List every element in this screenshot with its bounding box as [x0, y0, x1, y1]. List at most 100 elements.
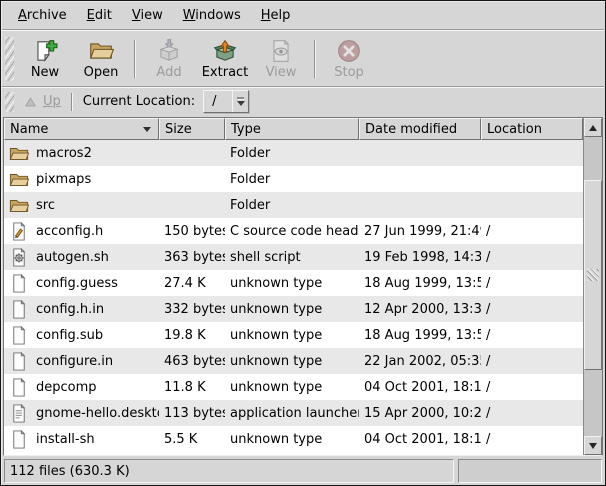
file-type-cell: Folder: [225, 192, 359, 218]
doc-gear-icon: [9, 248, 29, 267]
toolbar-button-new[interactable]: New: [17, 34, 73, 84]
table-row[interactable]: acconfig.h150 bytesC source code header2…: [4, 218, 583, 244]
file-date-cell: 18 Aug 1999, 13:53: [359, 322, 481, 348]
extract-icon: [212, 38, 238, 64]
file-name: config.h.in: [36, 302, 104, 317]
doc-icon: [9, 352, 29, 371]
file-type-cell: Folder: [225, 166, 359, 192]
table-row[interactable]: configure.in463 bytesunknown type22 Jan …: [4, 348, 583, 374]
toolbar-separator: [314, 40, 316, 78]
file-location-cell: [481, 192, 583, 218]
vertical-scrollbar[interactable]: [583, 118, 602, 455]
toolbar-button-label: Extract: [202, 66, 249, 80]
file-size-cell: [159, 166, 225, 192]
column-header-size[interactable]: Size: [159, 118, 225, 140]
file-size-cell: 113 bytes: [159, 400, 225, 426]
menu-bar: ArchiveEditViewWindowsHelp: [2, 2, 604, 29]
file-name: macros2: [36, 146, 92, 161]
archive-manager-window: ArchiveEditViewWindowsHelp NewOpenAddExt…: [0, 0, 606, 486]
file-name-cell: config.guess: [4, 270, 159, 296]
column-header-name[interactable]: Name: [4, 118, 159, 140]
table-row[interactable]: macros2Folder: [4, 140, 583, 166]
table-row[interactable]: config.h.in332 bytesunknown type12 Apr 2…: [4, 296, 583, 322]
file-name: gnome-hello.desktop: [36, 406, 159, 421]
column-header-label: Name: [10, 122, 48, 137]
location-separator: [71, 93, 73, 111]
table-row[interactable]: src Folder: [4, 192, 583, 218]
new-icon: [32, 38, 58, 64]
toolbar-button-label: Stop: [334, 66, 364, 80]
toolbar-button-add[interactable]: Add: [141, 34, 197, 84]
file-name: acconfig.h: [36, 224, 103, 239]
view-icon: [268, 38, 294, 64]
scroll-up-button[interactable]: [584, 118, 602, 137]
folder-icon: [9, 196, 29, 215]
toolbar-button-stop[interactable]: Stop: [321, 34, 377, 84]
location-dropdown[interactable]: /: [203, 90, 249, 113]
file-name: config.guess: [36, 276, 118, 291]
file-name: depcomp: [36, 380, 97, 395]
file-type-cell: C source code header: [225, 218, 359, 244]
file-type-cell: shell script: [225, 244, 359, 270]
toolbar-button-label: View: [266, 66, 297, 80]
file-location-cell: [481, 140, 583, 166]
toolbar-drag-handle[interactable]: [5, 37, 14, 81]
table-row[interactable]: depcomp11.8 Kunknown type04 Oct 2001, 18…: [4, 374, 583, 400]
scroll-up-icon: [589, 125, 597, 131]
file-type-cell: application launcher: [225, 400, 359, 426]
file-date-cell: 12 Apr 2000, 13:36: [359, 296, 481, 322]
scroll-down-icon: [589, 443, 597, 449]
column-header-type[interactable]: Type: [225, 118, 359, 140]
column-header-label: Size: [165, 122, 192, 137]
toolbar-button-extract[interactable]: Extract: [197, 34, 253, 84]
file-date-cell: [359, 192, 481, 218]
file-type-cell: unknown type: [225, 374, 359, 400]
menu-edit[interactable]: Edit: [77, 4, 122, 27]
toolbar-button-open[interactable]: Open: [73, 34, 129, 84]
file-location-cell: /: [481, 348, 583, 374]
column-header-label: Date modified: [365, 122, 457, 137]
file-date-cell: 19 Feb 1998, 14:31: [359, 244, 481, 270]
column-header-date-modified[interactable]: Date modified: [359, 118, 481, 140]
file-name: config.sub: [36, 328, 103, 343]
location-bar: Up Current Location: /: [2, 88, 604, 115]
scrollbar-grip-icon: [587, 269, 599, 281]
scrollbar-thumb[interactable]: [584, 180, 602, 370]
table-row[interactable]: autogen.sh363 bytesshell script19 Feb 19…: [4, 244, 583, 270]
table-row[interactable]: gnome-hello.desktop113 bytesapplication …: [4, 400, 583, 426]
scrollbar-trough[interactable]: [584, 137, 602, 436]
file-name-cell: gnome-hello.desktop: [4, 400, 159, 426]
file-list: Name Size Type Date modified Location macros…: [3, 117, 603, 456]
table-row[interactable]: install-sh5.5 Kunknown type04 Oct 2001, …: [4, 426, 583, 452]
file-name: configure.in: [36, 354, 113, 369]
locationbar-drag-handle[interactable]: [5, 92, 14, 112]
toolbar-separator: [134, 40, 136, 78]
open-icon: [88, 38, 114, 64]
file-type-cell: unknown type: [225, 270, 359, 296]
file-name-cell: macros2: [4, 140, 159, 166]
table-row[interactable]: config.sub19.8 Kunknown type18 Aug 1999,…: [4, 322, 583, 348]
file-size-cell: [159, 140, 225, 166]
toolbar-button-label: Open: [84, 66, 119, 80]
table-row[interactable]: config.guess27.4 Kunknown type18 Aug 199…: [4, 270, 583, 296]
file-name-cell: pixmaps: [4, 166, 159, 192]
file-location-cell: [481, 166, 583, 192]
menu-view[interactable]: View: [122, 4, 173, 27]
up-button[interactable]: Up: [17, 92, 69, 111]
menu-archive[interactable]: Archive: [8, 4, 77, 27]
file-name-cell: acconfig.h: [4, 218, 159, 244]
doc-icon: [9, 378, 29, 397]
file-name: src: [36, 198, 55, 213]
table-row[interactable]: pixmaps Folder: [4, 166, 583, 192]
sort-descending-icon: [143, 127, 151, 132]
file-date-cell: 22 Jan 2002, 05:35: [359, 348, 481, 374]
file-date-cell: 04 Oct 2001, 18:12: [359, 374, 481, 400]
file-size-cell: 5.5 K: [159, 426, 225, 452]
folder-icon: [9, 170, 29, 189]
menu-help[interactable]: Help: [251, 4, 301, 27]
scroll-down-button[interactable]: [584, 436, 602, 455]
menu-windows[interactable]: Windows: [173, 4, 251, 27]
toolbar-button-view[interactable]: View: [253, 34, 309, 84]
column-header-location[interactable]: Location: [481, 118, 583, 140]
file-name-cell: install-sh: [4, 426, 159, 452]
